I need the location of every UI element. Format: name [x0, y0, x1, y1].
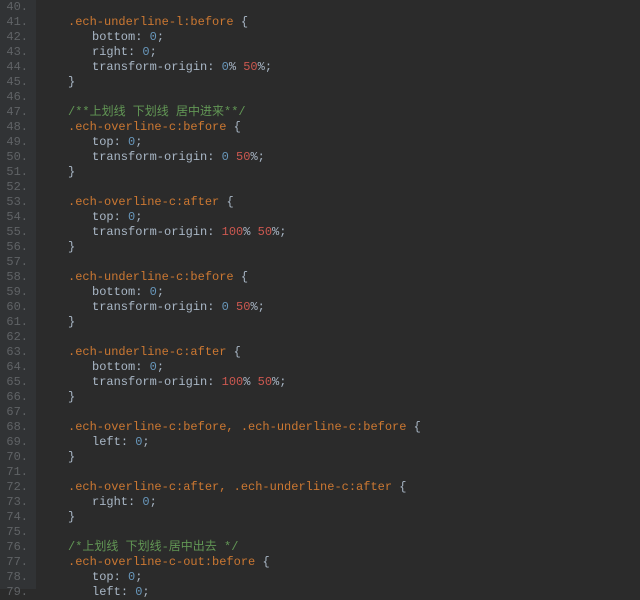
- code-line[interactable]: transform-origin: 0% 50%;: [44, 60, 421, 75]
- line-number-gutter: 40.41.42.43.44.45.46.47.48.49.50.51.52.5…: [0, 0, 36, 589]
- line-number: 69.: [4, 435, 28, 450]
- line-number: 50.: [4, 150, 28, 165]
- code-line[interactable]: .ech-underline-l:before {: [44, 15, 421, 30]
- line-number: 43.: [4, 45, 28, 60]
- code-line[interactable]: [44, 180, 421, 195]
- line-number: 40.: [4, 0, 28, 15]
- code-line[interactable]: transform-origin: 0 50%;: [44, 300, 421, 315]
- line-number: 75.: [4, 525, 28, 540]
- code-line[interactable]: [44, 90, 421, 105]
- code-line[interactable]: transform-origin: 100% 50%;: [44, 375, 421, 390]
- line-number: 73.: [4, 495, 28, 510]
- code-line[interactable]: }: [44, 450, 421, 465]
- line-number: 51.: [4, 165, 28, 180]
- code-line[interactable]: [44, 525, 421, 540]
- code-line[interactable]: top: 0;: [44, 135, 421, 150]
- line-number: 68.: [4, 420, 28, 435]
- code-line[interactable]: right: 0;: [44, 45, 421, 60]
- line-number: 74.: [4, 510, 28, 525]
- line-number: 71.: [4, 465, 28, 480]
- line-number: 53.: [4, 195, 28, 210]
- code-line[interactable]: }: [44, 165, 421, 180]
- line-number: 59.: [4, 285, 28, 300]
- code-line[interactable]: .ech-overline-c-out:before {: [44, 555, 421, 570]
- line-number: 41.: [4, 15, 28, 30]
- code-editor: 40.41.42.43.44.45.46.47.48.49.50.51.52.5…: [0, 0, 640, 589]
- line-number: 63.: [4, 345, 28, 360]
- code-line[interactable]: top: 0;: [44, 570, 421, 585]
- code-line[interactable]: }: [44, 390, 421, 405]
- line-number: 45.: [4, 75, 28, 90]
- line-number: 79.: [4, 585, 28, 600]
- code-line[interactable]: .ech-overline-c:after, .ech-underline-c:…: [44, 480, 421, 495]
- line-number: 42.: [4, 30, 28, 45]
- line-number: 72.: [4, 480, 28, 495]
- line-number: 47.: [4, 105, 28, 120]
- code-line[interactable]: .ech-overline-c:before, .ech-underline-c…: [44, 420, 421, 435]
- code-line[interactable]: .ech-underline-c:before {: [44, 270, 421, 285]
- code-line[interactable]: transform-origin: 0 50%;: [44, 150, 421, 165]
- line-number: 49.: [4, 135, 28, 150]
- code-line[interactable]: bottom: 0;: [44, 30, 421, 45]
- line-number: 52.: [4, 180, 28, 195]
- line-number: 60.: [4, 300, 28, 315]
- code-line[interactable]: .ech-overline-c:before {: [44, 120, 421, 135]
- line-number: 61.: [4, 315, 28, 330]
- line-number: 65.: [4, 375, 28, 390]
- code-line[interactable]: }: [44, 240, 421, 255]
- line-number: 62.: [4, 330, 28, 345]
- code-line[interactable]: .ech-overline-c:after {: [44, 195, 421, 210]
- code-line[interactable]: top: 0;: [44, 210, 421, 225]
- line-number: 48.: [4, 120, 28, 135]
- line-number: 58.: [4, 270, 28, 285]
- code-line[interactable]: .ech-underline-c:after {: [44, 345, 421, 360]
- line-number: 66.: [4, 390, 28, 405]
- line-number: 54.: [4, 210, 28, 225]
- line-number: 56.: [4, 240, 28, 255]
- code-line[interactable]: [44, 405, 421, 420]
- code-line[interactable]: transform-origin: 100% 50%;: [44, 225, 421, 240]
- line-number: 57.: [4, 255, 28, 270]
- code-line[interactable]: [44, 465, 421, 480]
- code-line[interactable]: right: 0;: [44, 495, 421, 510]
- code-line[interactable]: left: 0;: [44, 435, 421, 450]
- code-line[interactable]: bottom: 0;: [44, 360, 421, 375]
- code-line[interactable]: left: 0;: [44, 585, 421, 600]
- code-line[interactable]: [44, 330, 421, 345]
- line-number: 46.: [4, 90, 28, 105]
- code-line[interactable]: [44, 0, 421, 15]
- code-line[interactable]: /*上划线 下划线-居中出去 */: [44, 540, 421, 555]
- code-line[interactable]: bottom: 0;: [44, 285, 421, 300]
- code-content[interactable]: .ech-underline-l:before {bottom: 0;right…: [36, 0, 421, 589]
- line-number: 64.: [4, 360, 28, 375]
- line-number: 44.: [4, 60, 28, 75]
- line-number: 77.: [4, 555, 28, 570]
- line-number: 70.: [4, 450, 28, 465]
- line-number: 76.: [4, 540, 28, 555]
- code-line[interactable]: }: [44, 510, 421, 525]
- code-line[interactable]: }: [44, 75, 421, 90]
- code-line[interactable]: [44, 255, 421, 270]
- line-number: 55.: [4, 225, 28, 240]
- line-number: 67.: [4, 405, 28, 420]
- code-line[interactable]: /**上划线 下划线 居中进来**/: [44, 105, 421, 120]
- code-line[interactable]: }: [44, 315, 421, 330]
- line-number: 78.: [4, 570, 28, 585]
